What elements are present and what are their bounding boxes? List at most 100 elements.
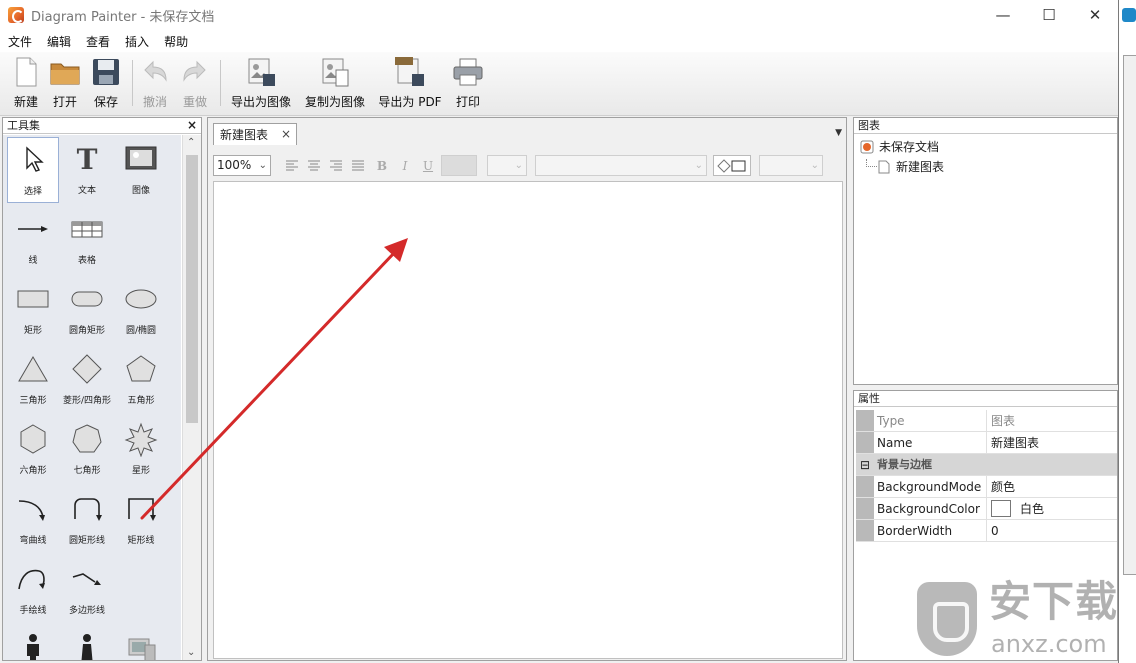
- menu-bar: 文件 编辑 查看 插入 帮助: [0, 30, 1118, 52]
- print-button[interactable]: 打印: [452, 56, 484, 112]
- tool-text[interactable]: T 文本: [61, 137, 113, 203]
- polyline-icon: [72, 573, 101, 585]
- document-app-icon: [860, 140, 874, 153]
- tool-star[interactable]: 星形: [115, 417, 167, 483]
- tool-rectangle[interactable]: 矩形: [7, 277, 59, 343]
- tool-heptagon[interactable]: 七角形: [61, 417, 113, 483]
- fill-border-icon: [717, 159, 746, 173]
- tool-person-1[interactable]: [7, 627, 59, 660]
- property-category-background-border[interactable]: ⊟ 背景与边框: [856, 454, 1117, 476]
- tree-node-diagram[interactable]: 新建图表: [866, 158, 944, 175]
- maximize-button[interactable]: ☐: [1026, 0, 1072, 30]
- watermark: 安下载 anxz.com: [917, 578, 1132, 660]
- app-logo-icon: [1122, 8, 1136, 22]
- tool-triangle[interactable]: 三角形: [7, 347, 59, 413]
- close-button[interactable]: ✕: [1072, 0, 1118, 30]
- property-row-background-color[interactable]: BackgroundColor 白色: [856, 498, 1117, 520]
- menu-edit[interactable]: 编辑: [39, 33, 78, 50]
- line-style-select[interactable]: ⌄: [759, 155, 823, 176]
- tab-new-diagram[interactable]: 新建图表 ×: [213, 123, 297, 145]
- svg-text:T: T: [77, 143, 98, 176]
- open-button[interactable]: 打开: [48, 56, 82, 112]
- tab-menu-dropdown-icon[interactable]: ▼: [835, 128, 842, 138]
- star-icon: [124, 422, 158, 457]
- export-image-button[interactable]: 导出为图像: [230, 56, 292, 112]
- tool-computer[interactable]: [115, 627, 167, 660]
- font-family-select[interactable]: ⌄: [535, 155, 707, 176]
- copy-image-button[interactable]: 复制为图像: [304, 56, 366, 112]
- save-button[interactable]: 保存: [90, 56, 122, 112]
- page-icon: [878, 160, 890, 173]
- toolbar-separator: [220, 60, 221, 106]
- chevron-down-icon: ⌄: [810, 160, 819, 171]
- tool-ellipse[interactable]: 圆/椭圆: [115, 277, 167, 343]
- property-row-type[interactable]: Type 图表: [856, 410, 1117, 432]
- tool-rounded-rectangle[interactable]: 圆角矩形: [61, 277, 113, 343]
- scroll-up-icon[interactable]: ⌃: [187, 137, 195, 148]
- tool-person-2[interactable]: [61, 627, 113, 660]
- tool-polyline[interactable]: 多边形线: [61, 557, 113, 623]
- tool-rounded-elbow-line[interactable]: 圆矩形线: [61, 487, 113, 553]
- font-color-picker[interactable]: [441, 155, 477, 176]
- undo-button[interactable]: 撤消: [140, 56, 170, 112]
- diagram-panel: 图表 未保存文档 新建图表: [853, 117, 1118, 385]
- italic-button[interactable]: I: [397, 158, 413, 174]
- tab-close-icon[interactable]: ×: [281, 127, 291, 141]
- shape-style-button[interactable]: [713, 155, 751, 176]
- floppy-disk-icon: [93, 59, 119, 85]
- elbow-line-icon: [128, 498, 156, 521]
- tree-node-document[interactable]: 未保存文档: [860, 138, 939, 155]
- export-image-icon: [248, 58, 275, 86]
- tool-freehand-line[interactable]: 手绘线: [7, 557, 59, 623]
- shield-logo-icon: [917, 582, 977, 656]
- font-size-select[interactable]: ⌄: [487, 155, 527, 176]
- toolbox-close-button[interactable]: ×: [187, 118, 197, 133]
- zoom-select[interactable]: 100% ⌄: [213, 155, 271, 176]
- align-justify-icon[interactable]: [350, 158, 366, 174]
- property-row-border-width[interactable]: BorderWidth 0: [856, 520, 1117, 542]
- diagram-canvas[interactable]: [213, 181, 843, 659]
- menu-file[interactable]: 文件: [0, 33, 39, 50]
- menu-help[interactable]: 帮助: [156, 33, 195, 50]
- collapse-icon[interactable]: ⊟: [856, 454, 874, 475]
- tree-connector: [866, 158, 877, 167]
- new-button[interactable]: 新建: [10, 56, 42, 112]
- tool-diamond[interactable]: 菱形/四角形: [61, 347, 113, 413]
- tool-select[interactable]: 选择: [7, 137, 59, 203]
- align-center-icon[interactable]: [306, 158, 322, 174]
- table-icon: [71, 221, 103, 238]
- tool-curved-line[interactable]: 弯曲线: [7, 487, 59, 553]
- align-left-icon[interactable]: [284, 158, 300, 174]
- export-pdf-button[interactable]: 导出为 PDF: [378, 56, 442, 112]
- rounded-rectangle-icon: [71, 291, 103, 307]
- tool-hexagon[interactable]: 六角形: [7, 417, 59, 483]
- pointer-cursor-icon: [26, 146, 44, 172]
- color-swatch[interactable]: [991, 500, 1011, 517]
- tool-pentagon[interactable]: 五角形: [115, 347, 167, 413]
- tool-elbow-line[interactable]: 矩形线: [115, 487, 167, 553]
- tool-table[interactable]: 表格: [61, 207, 113, 273]
- main-toolbar: 新建 打开 保存 撤消 重做 导出为图像 复制为图像 导出为 PDF 打印: [0, 52, 1118, 116]
- scroll-down-icon[interactable]: ⌄: [187, 647, 195, 658]
- menu-view[interactable]: 查看: [78, 33, 117, 50]
- tool-image[interactable]: 图像: [115, 137, 167, 203]
- person-icon: [27, 634, 39, 660]
- tool-line[interactable]: 线: [7, 207, 59, 273]
- property-row-background-mode[interactable]: BackgroundMode 颜色: [856, 476, 1117, 498]
- document-area: 新建图表 × ▼ 100% ⌄ B I U ⌄ ⌄ ⌄: [207, 117, 847, 661]
- underline-button[interactable]: U: [420, 158, 436, 174]
- menu-insert[interactable]: 插入: [117, 33, 156, 50]
- property-row-name[interactable]: Name 新建图表: [856, 432, 1117, 454]
- minimize-button[interactable]: —: [980, 0, 1026, 30]
- scroll-thumb[interactable]: [186, 155, 198, 423]
- align-right-icon[interactable]: [328, 158, 344, 174]
- redo-button[interactable]: 重做: [180, 56, 210, 112]
- printer-icon: [453, 58, 483, 86]
- main-window: Diagram Painter - 未保存文档 — ☐ ✕ 文件 编辑 查看 插…: [0, 0, 1118, 663]
- image-tool-icon: [125, 146, 157, 170]
- triangle-icon: [18, 356, 48, 382]
- toolbar-separator: [132, 60, 133, 106]
- new-document-icon: [16, 57, 37, 87]
- toolbox-scrollbar[interactable]: ⌃ ⌄: [182, 135, 201, 660]
- bold-button[interactable]: B: [374, 158, 390, 174]
